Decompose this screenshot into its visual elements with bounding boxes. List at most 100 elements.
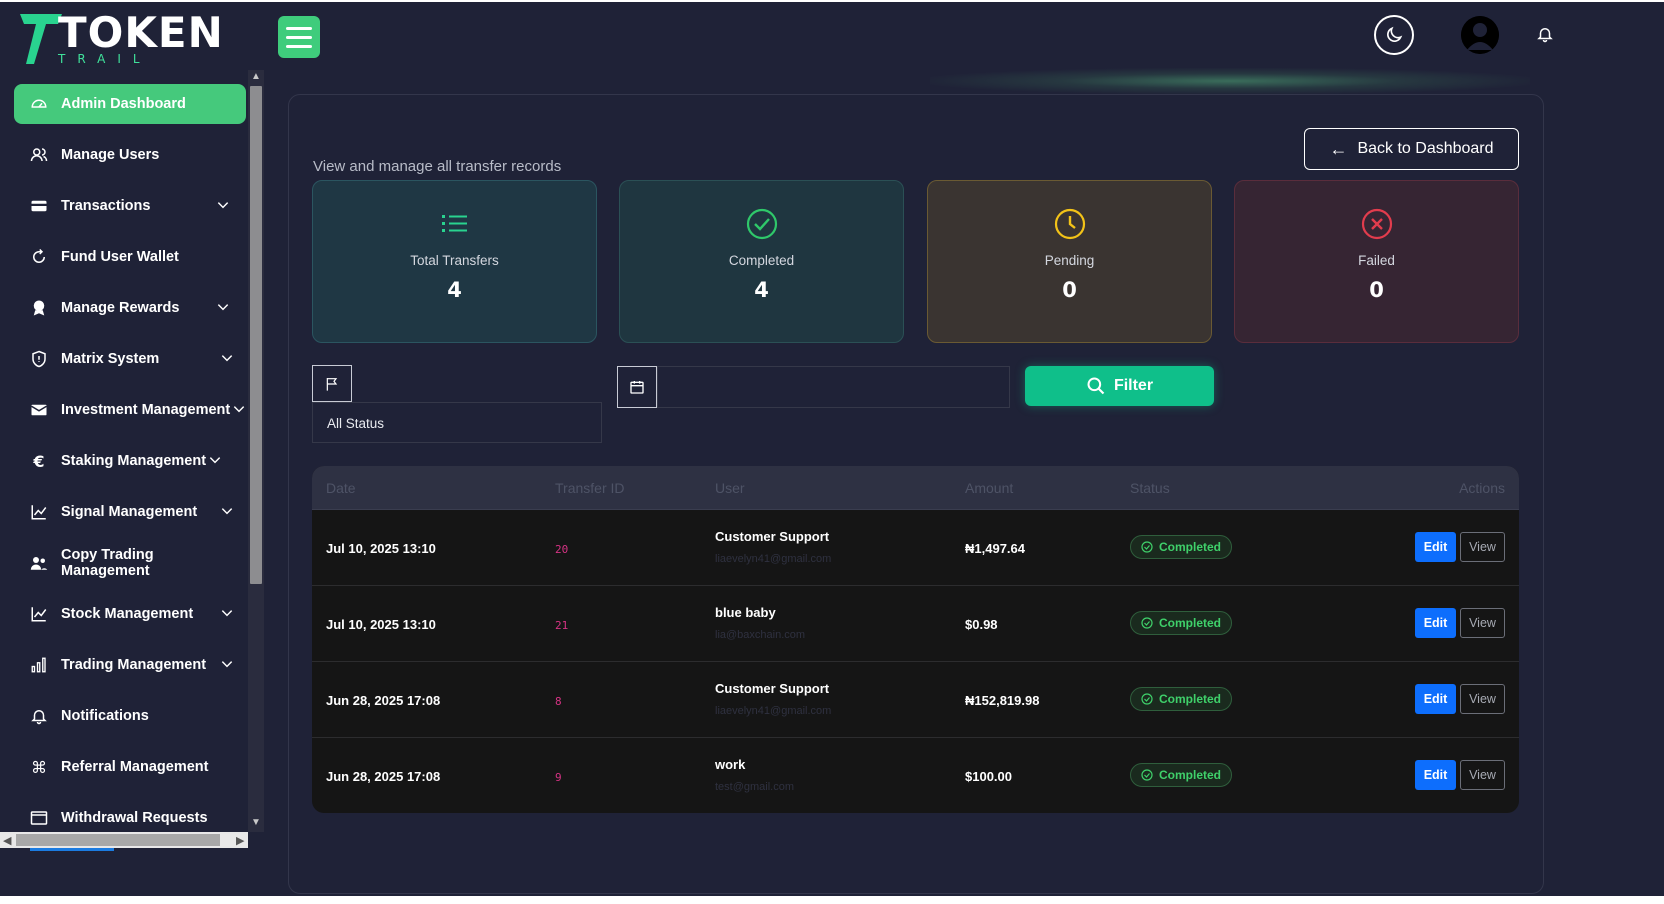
status-badge: Completed [1130, 611, 1233, 635]
user-silhouette-icon [1461, 16, 1499, 54]
sidebar-item-manage-rewards[interactable]: Manage Rewards [14, 288, 246, 328]
stat-card-total-transfers: Total Transfers 4 [312, 180, 597, 343]
status-filter-select[interactable]: All Status [312, 402, 602, 443]
status-badge-label: Completed [1159, 616, 1222, 630]
cell-user-name: work [715, 757, 746, 772]
filter-button[interactable]: Filter [1025, 366, 1214, 406]
scrollbar-thumb[interactable] [250, 86, 262, 584]
header-glow [930, 68, 1530, 94]
sidebar-item-trading-management[interactable]: Trading Management [14, 645, 246, 685]
sidebar-item-transactions[interactable]: Transactions [14, 186, 246, 226]
table-row: Jul 10, 2025 13:10 20 Customer Support l… [312, 510, 1519, 586]
column-header-user[interactable]: User [715, 480, 745, 496]
dark-mode-toggle[interactable] [1374, 15, 1414, 55]
bell-icon [30, 707, 48, 725]
cell-date: Jul 10, 2025 13:10 [326, 541, 436, 556]
cell-amount: ₦152,819.98 [965, 693, 1040, 708]
sidebar-item-staking-management[interactable]: € Staking Management [14, 441, 246, 481]
sidebar-item-label: Transactions [61, 198, 151, 214]
sidebar-item-manage-users[interactable]: Manage Users [14, 135, 246, 175]
back-to-dashboard-button[interactable]: ← Back to Dashboard [1304, 128, 1519, 170]
sidebar-item-label: Withdrawal Requests [61, 810, 208, 826]
refresh-icon [30, 248, 48, 266]
scrollbar-thumb[interactable] [16, 834, 220, 846]
users-icon [30, 146, 48, 164]
page-subtitle: View and manage all transfer records [313, 158, 562, 175]
cell-transfer-id: 8 [555, 695, 562, 708]
logo-subtext: TRAIL [58, 52, 152, 66]
column-header-transfer-id[interactable]: Transfer ID [555, 480, 625, 496]
cell-user-email: liaevelyn41@gmail.com [715, 705, 832, 717]
stat-value: 4 [447, 278, 462, 302]
sidebar-item-fund-user-wallet[interactable]: Fund User Wallet [14, 237, 246, 277]
stat-label: Pending [1044, 253, 1095, 268]
cell-amount: ₦1,497.64 [965, 541, 1025, 556]
list-icon [441, 215, 467, 232]
chart-line-icon [30, 605, 48, 623]
stat-label: Completed [728, 253, 795, 268]
scroll-up-arrow-icon[interactable]: ▲ [251, 72, 261, 82]
sidebar-item-label: Copy Trading Management [61, 547, 154, 579]
view-button[interactable]: View [1460, 608, 1505, 638]
cell-date: Jun 28, 2025 17:08 [326, 769, 441, 784]
bell-icon [1537, 28, 1553, 43]
sidebar-item-withdrawal-requests[interactable]: Withdrawal Requests [14, 798, 246, 832]
cell-user-email: test@gmail.com [715, 781, 795, 793]
sidebar-horizontal-scrollbar[interactable]: ◀ ▶ [0, 832, 248, 848]
cell-amount: $100.00 [965, 769, 1012, 784]
edit-button[interactable]: Edit [1415, 608, 1456, 638]
scroll-left-arrow-icon[interactable]: ◀ [3, 834, 11, 847]
shield-icon [30, 350, 48, 368]
view-button[interactable]: View [1460, 532, 1505, 562]
sidebar-item-admin-dashboard[interactable]: Admin Dashboard [14, 84, 246, 124]
sidebar-item-copy-trading-management[interactable]: Copy Trading Management [14, 543, 246, 583]
date-filter-addon [617, 366, 657, 408]
transfers-table: Date Transfer ID User Amount Status Acti… [312, 466, 1519, 813]
sidebar-item-label: Stock Management [61, 606, 194, 622]
brand-logo[interactable]: TOKEN TRAIL [18, 8, 223, 70]
column-header-status[interactable]: Status [1130, 480, 1170, 496]
sidebar-item-signal-management[interactable]: Signal Management [14, 492, 246, 532]
arrow-left-icon: ← [1329, 138, 1348, 159]
sidebar-item-label: Notifications [61, 708, 149, 724]
edit-button[interactable]: Edit [1415, 532, 1456, 562]
chevron-down-icon [221, 661, 233, 668]
edit-button[interactable]: Edit [1415, 760, 1456, 790]
notification-bell-button[interactable] [1536, 24, 1556, 46]
search-icon [1087, 377, 1105, 395]
sidebar-item-referral-management[interactable]: ⌘ Referral Management [14, 747, 246, 787]
status-badge: Completed [1130, 535, 1233, 559]
chevron-down-icon [233, 406, 245, 413]
check-circle-icon [1141, 617, 1153, 629]
status-badge-label: Completed [1159, 692, 1222, 706]
user-avatar[interactable] [1461, 16, 1499, 54]
status-badge-label: Completed [1159, 540, 1222, 554]
clock-icon [1054, 208, 1085, 240]
edit-button[interactable]: Edit [1415, 684, 1456, 714]
date-filter-input[interactable] [657, 366, 1010, 408]
cell-date: Jul 10, 2025 13:10 [326, 617, 436, 632]
sidebar-vertical-scrollbar[interactable]: ▲ ▼ [248, 70, 264, 832]
award-icon [30, 299, 48, 317]
column-header-amount[interactable]: Amount [965, 480, 1013, 496]
scroll-down-arrow-icon[interactable]: ▼ [251, 818, 261, 828]
sidebar-item-investment-management[interactable]: Investment Management [14, 390, 246, 430]
sidebar-item-matrix-system[interactable]: Matrix System [14, 339, 246, 379]
view-button[interactable]: View [1460, 684, 1505, 714]
sidebar-item-label: Matrix System [61, 351, 160, 367]
x-circle-icon [1361, 208, 1392, 240]
chevron-down-icon [217, 304, 229, 311]
hamburger-menu-button[interactable] [278, 16, 320, 58]
sidebar-item-label: Staking Management [61, 453, 207, 469]
sidebar-item-label: Manage Users [61, 147, 160, 163]
scroll-right-arrow-icon[interactable]: ▶ [236, 834, 244, 847]
sidebar-item-stock-management[interactable]: Stock Management [14, 594, 246, 634]
status-filter-addon [312, 365, 352, 402]
stat-label: Total Transfers [410, 253, 499, 268]
view-button[interactable]: View [1460, 760, 1505, 790]
status-badge: Completed [1130, 763, 1233, 787]
gauge-icon [30, 95, 48, 113]
sidebar-item-notifications[interactable]: Notifications [14, 696, 246, 736]
column-header-date[interactable]: Date [326, 480, 356, 496]
column-header-actions: Actions [1459, 480, 1505, 496]
